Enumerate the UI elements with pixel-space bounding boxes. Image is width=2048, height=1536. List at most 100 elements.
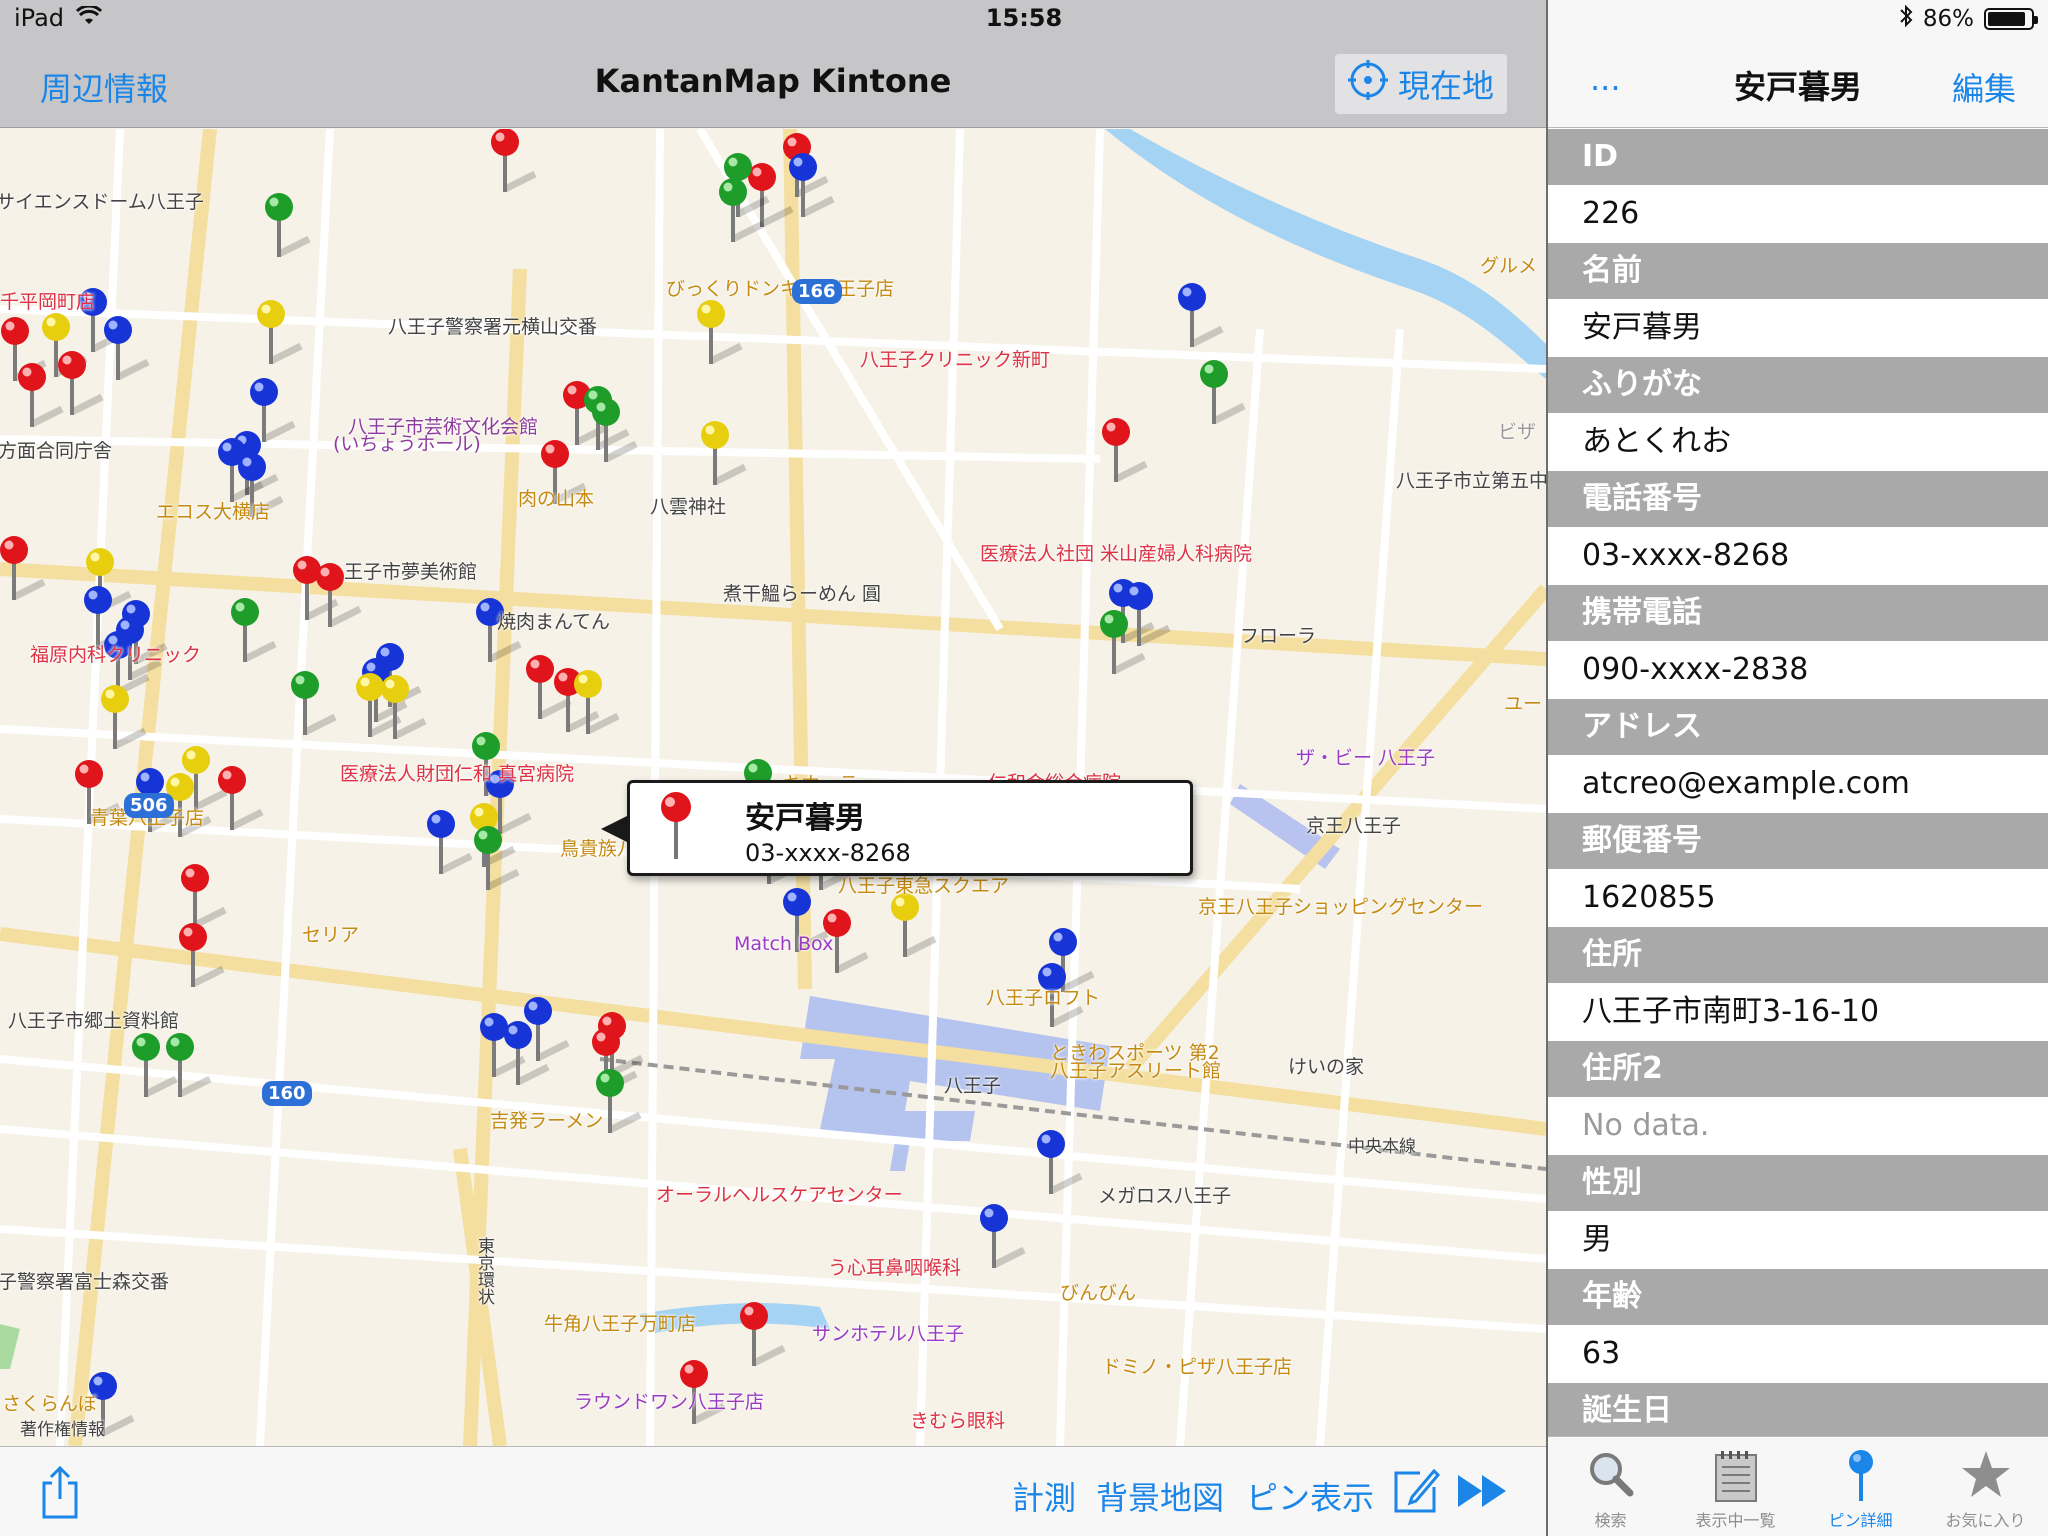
map-pin[interactable] [166, 1033, 212, 1098]
map-label: 東京環状 [474, 1237, 494, 1305]
map-label: サンホテル八王子 [812, 1323, 965, 1345]
field-label: 性別 [1548, 1155, 2048, 1211]
share-icon[interactable] [40, 1465, 80, 1523]
map-label: 八王子クリニック新町 [860, 349, 1051, 371]
pin-callout[interactable]: 安戸暮男 03-xxxx-8268 [627, 780, 1193, 876]
map-label: 肉の山本 [518, 488, 595, 510]
tab-label: 検索 [1594, 1511, 1627, 1530]
magnifier-icon [1586, 1449, 1636, 1503]
field-value: atcreo@example.com [1548, 755, 2048, 813]
map-pin[interactable] [265, 193, 311, 258]
map-label: 医療法人財団仁和 真宮病院 [340, 763, 575, 785]
map-label: 八王子 [944, 1075, 1002, 1097]
map-label: 著作権情報 [20, 1420, 105, 1440]
map-label: 千平岡町店 [0, 291, 96, 313]
field-label: 携帯電話 [1548, 585, 2048, 641]
map-label: 京王八王子ショッピングセンター [1198, 896, 1484, 918]
map-label: 八王子アスリート館 [1050, 1060, 1222, 1082]
map-pin[interactable] [250, 378, 296, 443]
map-label: びっくりドンキー八王子店 [666, 278, 895, 300]
fast-forward-icon[interactable] [1456, 1473, 1508, 1513]
map-pin[interactable] [58, 351, 104, 416]
field-value: No data. [1548, 1097, 2048, 1155]
map-pin[interactable] [181, 864, 227, 929]
tab-label: ピン詳細 [1828, 1511, 1893, 1530]
tab-label: お気に入り [1945, 1511, 2026, 1530]
map-label: 子警察署富士森交番 [0, 1271, 170, 1293]
pin-display-button[interactable]: ピン表示 [1246, 1473, 1374, 1519]
map-label: メガロス八王子 [1098, 1185, 1232, 1207]
map-pin[interactable] [257, 300, 303, 365]
field-value: 63 [1548, 1325, 2048, 1383]
map-label: オーラルヘルスケアセンター [656, 1184, 903, 1206]
compose-icon[interactable] [1392, 1467, 1441, 1519]
field-value: あとくれお [1548, 413, 2048, 471]
map-label: フローラ [1240, 625, 1317, 647]
star-icon [1960, 1449, 2012, 1503]
map-label: 福原内科クリニック [30, 644, 202, 666]
map-label: 166 [792, 279, 842, 304]
crosshair-icon [1347, 60, 1388, 108]
map-label: 八王子ロフト [986, 987, 1101, 1009]
map-pin[interactable] [891, 893, 937, 958]
field-value: 090-xxxx-2838 [1548, 641, 2048, 699]
map-label: ビザ [1498, 421, 1537, 443]
map-view[interactable]: サイエンスドーム八王子 千平岡町店 方面合同庁舎 エコス大横店 八王子警察署元横山交番八… [0, 129, 1546, 1446]
map-label: 八雲神社 [650, 496, 727, 518]
field-label: 誕生日 [1548, 1383, 2048, 1436]
tab-notepad[interactable]: 表示中一覧 [1673, 1437, 1798, 1536]
map-label: 160 [262, 1081, 312, 1106]
detail-fields[interactable]: ID 226 名前 安戸暮男 ふりがな あとくれお 電話番号 03-xxxx-8268 携帯電話… [1548, 129, 2048, 1436]
notepad-icon [1713, 1449, 1759, 1507]
map-pin[interactable] [218, 766, 264, 831]
map-label: セリア [302, 924, 360, 946]
map-label: 中央本線 [1348, 1137, 1416, 1157]
map-pin[interactable] [491, 129, 537, 193]
field-label: 名前 [1548, 243, 2048, 299]
edit-button[interactable]: 編集 [1952, 64, 2016, 110]
map-label: サイエンスドーム八王子 [0, 191, 204, 213]
tab-magnifier[interactable]: 検索 [1548, 1437, 1673, 1536]
map-label: 煮干鰮らーめん 圓 [723, 583, 882, 605]
map-label: (いちょうホール) [333, 433, 481, 455]
tab-pin[interactable]: ピン詳細 [1798, 1437, 1923, 1536]
field-label: 電話番号 [1548, 471, 2048, 527]
clock: 15:58 [985, 4, 1063, 32]
map-label: ユー [1504, 693, 1543, 715]
field-label: 郵便番号 [1548, 813, 2048, 869]
map-label: エコス大横店 [156, 501, 271, 523]
map-pin[interactable] [697, 300, 743, 365]
map-label: けいの家 [1288, 1056, 1365, 1078]
current-location-label: 現在地 [1397, 67, 1494, 105]
map-label: 王子市夢美術館 [344, 561, 478, 583]
map-pin[interactable] [1200, 360, 1246, 425]
current-location-button[interactable]: 現在地 [1335, 54, 1507, 114]
measure-button[interactable]: 計測 [1012, 1473, 1076, 1519]
bluetooth-icon [1899, 4, 1913, 34]
map-label: 医療法人社団 米山産婦人科病院 [980, 543, 1253, 565]
map-label: 八王子警察署元横山交番 [388, 316, 598, 338]
map-label: びんびん [1060, 1282, 1137, 1304]
battery-icon [1984, 8, 2038, 30]
map-label: 506 [124, 793, 174, 818]
map-label: 八王子市郷土資料館 [8, 1010, 180, 1032]
tab-star[interactable]: お気に入り [1923, 1437, 2048, 1536]
background-map-button[interactable]: 背景地図 [1096, 1473, 1224, 1519]
field-value: 03-xxxx-8268 [1548, 527, 2048, 585]
map-pin[interactable] [1102, 418, 1148, 483]
map-label: 吉発ラーメン [490, 1110, 604, 1132]
map-pin[interactable] [231, 598, 277, 663]
map-label: 牛角八王子万町店 [544, 1313, 697, 1335]
map-pin[interactable] [1037, 1130, 1083, 1195]
status-bar: iPad 15:58 86% [0, 0, 2048, 40]
detail-pane: ... 安戸暮男 編集 ID 226 名前 安戸暮男 ふりがな あとくれお 電話番号 03-x… [1548, 0, 2048, 1536]
map-pin[interactable] [1178, 283, 1224, 348]
map-toolbar: 計測 背景地図 ピン表示 [0, 1446, 1546, 1536]
tab-bar: 検索 表示中一覧 ピン詳細 お気に入り [1548, 1436, 2048, 1536]
map-label: 焼肉まんてん [497, 611, 611, 633]
map-label: ドミノ・ピザ八王子店 [1102, 1356, 1293, 1378]
field-label: 住所 [1548, 927, 2048, 983]
callout-arrow [601, 815, 629, 843]
map-label: グルメ [1480, 255, 1538, 277]
map-label: Match Box [734, 933, 834, 955]
